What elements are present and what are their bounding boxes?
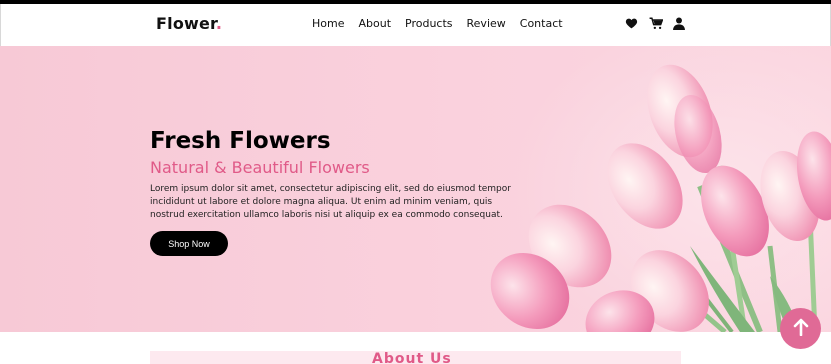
hero-title: Fresh Flowers (150, 128, 331, 154)
navbar: Flower. Home About Products Review Conta… (0, 4, 831, 46)
cart-icon[interactable] (649, 17, 663, 31)
about-heading: About Us (372, 352, 452, 364)
nav-home[interactable]: Home (312, 17, 344, 30)
nav-products[interactable]: Products (405, 17, 453, 30)
nav-contact[interactable]: Contact (520, 17, 563, 30)
hero-subtitle: Natural & Beautiful Flowers (150, 158, 370, 177)
user-icon[interactable] (673, 17, 687, 31)
main-menu: Home About Products Review Contact (312, 17, 577, 30)
nav-icons (625, 17, 687, 31)
brand-dot: . (215, 14, 223, 33)
nav-review[interactable]: Review (467, 17, 506, 30)
arrow-up-icon (793, 318, 809, 340)
hero-content: Fresh Flowers Natural & Beautiful Flower… (150, 128, 530, 256)
brand-logo[interactable]: Flower. (156, 14, 222, 33)
brand-name: Flower (156, 14, 216, 33)
hero-section: Fresh Flowers Natural & Beautiful Flower… (0, 46, 831, 332)
nav-about[interactable]: About (358, 17, 391, 30)
heart-icon[interactable] (625, 17, 639, 31)
shop-now-button[interactable]: Shop Now (150, 231, 228, 256)
hero-description: Lorem ipsum dolor sit amet, consectetur … (150, 184, 511, 220)
scroll-top-button[interactable] (780, 308, 821, 349)
